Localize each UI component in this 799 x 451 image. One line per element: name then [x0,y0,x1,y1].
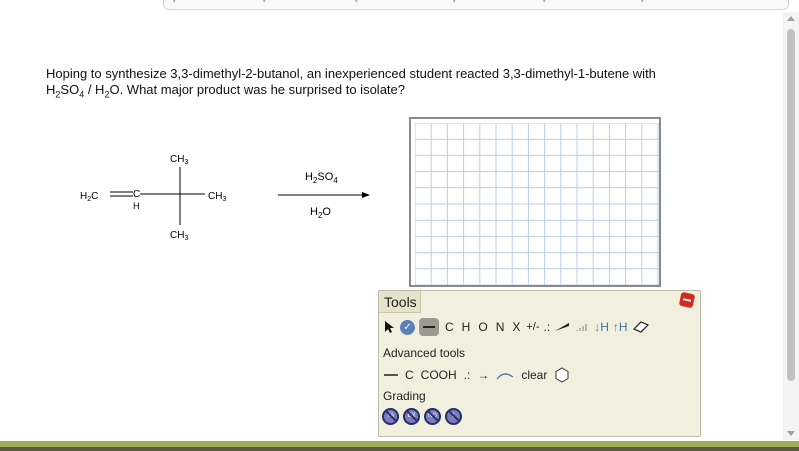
select-arrow-icon[interactable] [384,320,396,334]
down-h-tool[interactable]: ↓H [594,320,609,334]
cooh-tool[interactable]: COOH [421,368,457,382]
question-formula-so: SO [60,82,80,97]
atom-tool-o[interactable]: O [476,320,489,334]
single-bond-tool-icon[interactable] [419,318,439,336]
close-panel-icon[interactable] [678,291,696,309]
page-scrollbar[interactable] [783,12,799,440]
toolbar-marker-icon: ▾ [452,0,457,5]
tools-tab[interactable]: Tools [379,291,421,313]
question-line-2: O. What major product was he surprised t… [109,82,405,97]
toolbar-marker-icon: ▾ [640,0,645,5]
top-toolbar-frame: ▾ ▾ ▾ ▾ ▾ ▾ [163,0,789,10]
toolbar-marker-icon: ▾ [354,0,359,5]
reaction-arrow-icon [362,192,370,198]
eraser-icon[interactable] [632,321,650,333]
toolbar-marker-icon: ▾ [172,0,177,5]
grading-icon[interactable]: 1 [445,408,462,425]
hydrogen-label: H [133,201,140,211]
ch3-bottom-label: CH3 [170,230,188,242]
scroll-down-arrow-icon[interactable] [787,431,795,436]
tools-toolbar: ✓ C H O N X +/- .: ↓H ↑H [384,317,699,337]
arrow-tool[interactable]: → [477,368,489,382]
scroll-up-arrow-icon[interactable] [787,16,795,21]
hash-bond-icon[interactable] [574,322,590,332]
drawing-canvas[interactable] [409,117,661,287]
atom-tool-x[interactable]: X [510,320,522,334]
grading-icon[interactable]: EX [403,408,420,425]
question-line-1: Hoping to synthesize 3,3-dimethyl-2-buta… [46,66,656,81]
advanced-toolbar: C COOH .: → clear [384,367,570,383]
ch3-right-label: CH3 [208,191,226,203]
reagent-water: H2O [310,206,331,220]
toolbar-marker-icon: ▾ [542,0,547,5]
curved-arrow-icon[interactable] [496,370,514,380]
adv-lone-pair-tool[interactable]: .: [464,368,471,382]
grading-icon[interactable]: TA [382,408,399,425]
grading-icon[interactable]: NG [424,408,441,425]
atom-tool-n[interactable]: N [494,320,507,334]
reaction-conditions: H2SO4 H2O [278,171,370,220]
bond-line-icon[interactable] [384,372,398,378]
question-text: Hoping to synthesize 3,3-dimethyl-2-buta… [46,66,746,99]
atom-tool-c[interactable]: C [443,320,456,334]
lone-pair-tool[interactable]: .: [544,320,551,334]
charge-tool[interactable]: +/- [526,321,539,333]
question-formula-h: H [46,82,56,97]
tools-panel: Tools ✓ C H O N X +/- .: ↓H ↑H Advanced … [378,290,701,437]
carbon-label: C [133,189,140,200]
canvas-grid[interactable] [415,123,659,285]
wedge-bond-icon[interactable] [554,322,570,332]
toolbar-marker-icon: ▾ [262,0,267,5]
grading-label: Grading [383,389,426,403]
h2c-label: H2C [80,191,98,203]
atom-tool-h[interactable]: H [460,320,473,334]
reactant-structure: CH3 CH3 CH3 H2C C H [80,154,226,242]
grading-toolbar: TA EX NG 1 [382,408,462,425]
reagent-sulfuric-acid: H2SO4 [305,171,338,185]
footer-line [0,447,799,451]
question-formula-water: / H [84,82,105,97]
adv-carbon-tool[interactable]: C [405,368,414,382]
check-icon[interactable]: ✓ [400,319,415,335]
advanced-tools-label: Advanced tools [383,346,466,360]
ch3-top-label: CH3 [170,154,188,166]
scroll-thumb[interactable] [787,29,795,381]
clear-button[interactable]: clear [521,368,547,382]
ring-tool-icon[interactable] [554,367,570,383]
up-h-tool[interactable]: ↑H [613,320,628,334]
